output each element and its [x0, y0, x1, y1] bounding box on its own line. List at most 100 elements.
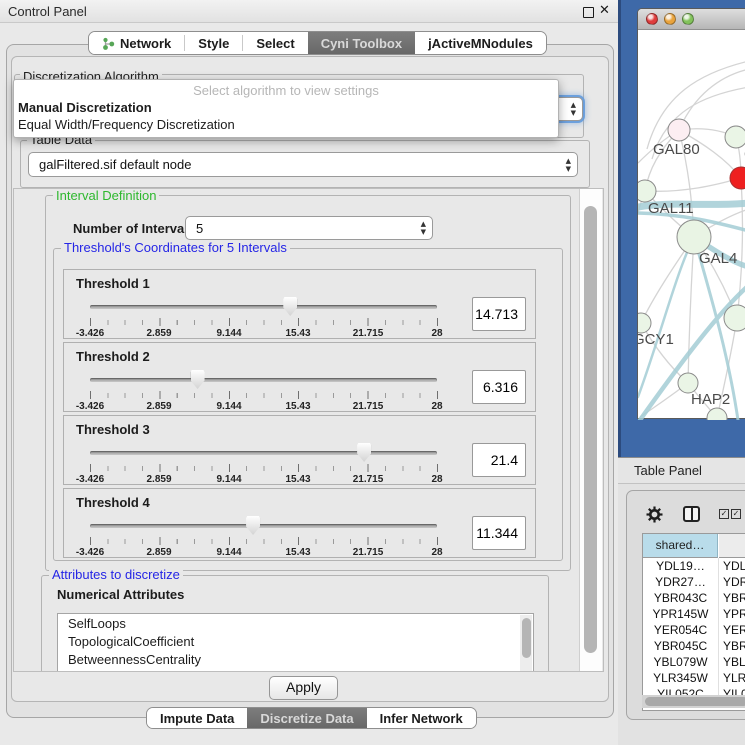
table-row[interactable]: YPR145WYPR1 — [643, 606, 745, 622]
network-node[interactable] — [725, 126, 745, 148]
close-traffic-light-icon[interactable] — [646, 13, 658, 25]
table-row[interactable]: YBL079WYBL0 — [643, 654, 745, 670]
network-node-label: HAP2 — [691, 391, 730, 408]
close-icon[interactable]: ✕ — [599, 3, 610, 18]
table-data-combobox[interactable]: galFiltered.sif default node ▲▼ — [28, 152, 578, 177]
slider-thumb[interactable] — [283, 297, 297, 316]
network-node[interactable] — [677, 220, 711, 254]
threshold-slider[interactable]: -3.4262.8599.14415.4321.71528 — [90, 296, 438, 340]
screenshot-root: Control Panel ✕ Network Style — [0, 0, 745, 745]
tab-impute-data[interactable]: Impute Data — [147, 708, 247, 728]
tab-network[interactable]: Network — [89, 32, 184, 54]
threshold-slider[interactable]: -3.4262.8599.14415.4321.71528 — [90, 515, 438, 559]
tab-infer-network[interactable]: Infer Network — [367, 708, 476, 728]
threshold-value-field[interactable] — [472, 516, 526, 550]
minimize-traffic-light-icon[interactable] — [664, 13, 676, 25]
tab-cyni-toolbox[interactable]: Cyni Toolbox — [308, 32, 415, 54]
right-side: GAL80GCGAL11GAL4GCY1HHAP2 Table Panel ✓ … — [618, 0, 745, 745]
list-item[interactable]: SelfLoops — [58, 614, 533, 632]
gear-icon[interactable] — [646, 506, 663, 523]
slider-tick-labels: -3.4262.8599.14415.4321.71528 — [90, 547, 438, 559]
table-row[interactable]: YER054CYER0 — [643, 622, 745, 638]
network-node-label: GCY1 — [638, 331, 674, 348]
network-node[interactable] — [724, 305, 745, 331]
threshold-label: Threshold 1 — [76, 276, 150, 291]
threshold-label: Threshold 3 — [76, 422, 150, 437]
threshold-value-field[interactable] — [472, 443, 526, 477]
network-node[interactable] — [638, 313, 651, 333]
table-horizontal-scrollbar[interactable] — [642, 695, 745, 708]
threshold-row: Threshold 4 -3.4262.8599.14415.4321.7152… — [63, 488, 536, 558]
dropdown-option-equal-width[interactable]: Equal Width/Frequency Discretization — [14, 116, 558, 133]
cytoscape-desktop: GAL80GCGAL11GAL4GCY1HHAP2 — [618, 0, 745, 457]
network-node[interactable] — [730, 167, 745, 189]
network-icon — [102, 37, 115, 50]
num-intervals-value: 5 — [196, 221, 203, 236]
settings-scrollbar-thumb[interactable] — [584, 206, 597, 653]
column-header-name[interactable]: n — [719, 534, 745, 558]
list-scrollbar-thumb[interactable] — [522, 618, 531, 658]
slider-thumb[interactable] — [246, 516, 260, 535]
control-panel-titlebar: Control Panel — [0, 0, 618, 23]
network-node-label: GAL80 — [653, 141, 700, 158]
threshold-slider[interactable]: -3.4262.8599.14415.4321.71528 — [90, 442, 438, 486]
float-window-icon[interactable] — [583, 7, 594, 18]
network-node[interactable] — [668, 119, 690, 141]
tab-cyni-toolbox-label: Cyni Toolbox — [321, 36, 402, 51]
settings-scroll-region: Interval Definition Number of Intervals … — [13, 188, 604, 672]
slider-tick-labels: -3.4262.8599.14415.4321.71528 — [90, 328, 438, 340]
threshold-row: Threshold 2 -3.4262.8599.14415.4321.7152… — [63, 342, 536, 412]
combobox-stepper-icon: ▲▼ — [571, 101, 576, 117]
checkbox-icon[interactable]: ✓ — [731, 509, 741, 519]
slider-thumb[interactable] — [191, 370, 205, 389]
checkbox-icon[interactable]: ✓ — [719, 509, 729, 519]
interval-definition-label: Interval Definition — [53, 189, 159, 202]
column-header-shared[interactable]: shared… — [643, 534, 718, 558]
slider-track[interactable] — [90, 305, 437, 309]
threshold-row: Threshold 3 -3.4262.8599.14415.4321.7152… — [63, 415, 536, 485]
dropdown-option-manual[interactable]: Manual Discretization — [14, 99, 558, 116]
slider-thumb[interactable] — [357, 443, 371, 462]
tab-discretize-data[interactable]: Discretize Data — [247, 708, 366, 728]
slider-tick-labels: -3.4262.8599.14415.4321.71528 — [90, 401, 438, 413]
zoom-traffic-light-icon[interactable] — [682, 13, 694, 25]
settings-scrollbar[interactable] — [579, 189, 602, 672]
network-node[interactable] — [678, 373, 698, 393]
threshold-row: Threshold 1 -3.4262.8599.14415.4321.7152… — [63, 269, 536, 339]
tab-network-label: Network — [120, 36, 171, 51]
network-canvas[interactable]: GAL80GCGAL11GAL4GCY1HHAP2 — [638, 29, 745, 420]
numerical-attributes-list[interactable]: SelfLoops TopologicalCoefficient Between… — [57, 613, 534, 672]
list-item[interactable]: TopologicalCoefficient — [58, 632, 533, 650]
table-panel-header: Table Panel — [618, 457, 745, 484]
slider-track[interactable] — [90, 524, 437, 528]
list-scrollbar[interactable] — [520, 615, 532, 672]
network-window-titlebar[interactable] — [638, 9, 745, 30]
num-intervals-combobox[interactable]: 5 ▲▼ — [185, 216, 433, 240]
slider-track[interactable] — [90, 451, 437, 455]
table-row[interactable]: YLR345WYLR3 — [643, 670, 745, 686]
network-node-label: GAL4 — [699, 250, 737, 267]
slider-track[interactable] — [90, 378, 437, 382]
table-row[interactable]: YDL19…YDL1 — [643, 558, 745, 574]
list-item[interactable]: BetweennessCentrality — [58, 650, 533, 668]
tab-discretize-data-label: Discretize Data — [260, 711, 353, 726]
dropdown-placeholder: Select algorithm to view settings — [14, 80, 558, 99]
network-node[interactable] — [638, 180, 656, 202]
table-data-value: galFiltered.sif default node — [39, 157, 191, 172]
threshold-value-field[interactable] — [472, 297, 526, 331]
tab-style[interactable]: Style — [185, 32, 242, 54]
table-row[interactable]: YBR043CYBR0 — [643, 590, 745, 606]
table-horizontal-scrollbar-thumb[interactable] — [645, 697, 745, 706]
tab-select[interactable]: Select — [243, 32, 307, 54]
threshold-value-field[interactable] — [472, 370, 526, 404]
tab-jactivemnodules[interactable]: jActiveMNodules — [415, 32, 546, 54]
columns-icon[interactable] — [683, 506, 700, 522]
network-view-window[interactable]: GAL80GCGAL11GAL4GCY1HHAP2 — [637, 8, 745, 419]
apply-button[interactable]: Apply — [269, 676, 338, 700]
table-row[interactable]: YBR045CYBR0 — [643, 638, 745, 654]
tab-jactivemnodules-label: jActiveMNodules — [428, 36, 533, 51]
threshold-slider[interactable]: -3.4262.8599.14415.4321.71528 — [90, 369, 438, 413]
table-panel-title: Table Panel — [634, 463, 702, 478]
combobox-stepper-icon: ▲▼ — [421, 220, 426, 236]
table-row[interactable]: YDR27…YDR2 — [643, 574, 745, 590]
